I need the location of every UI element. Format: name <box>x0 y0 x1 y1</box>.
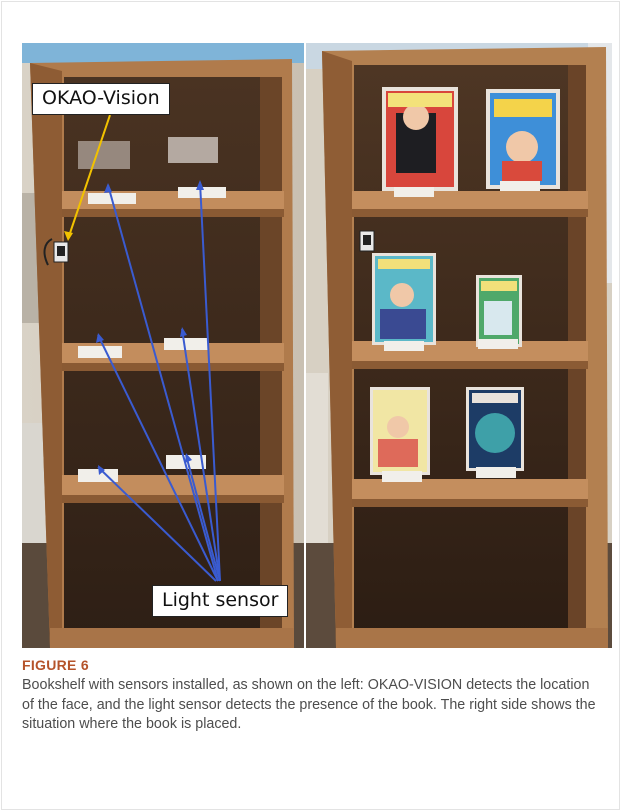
okao-vision-callout: OKAO-Vision <box>32 83 170 115</box>
figure-caption: Bookshelf with sensors installed, as sho… <box>22 677 596 733</box>
light-sensor-callout: Light sensor <box>152 585 289 617</box>
photo-bookshelf-books <box>306 43 612 648</box>
bookshelf-books-illustration <box>306 43 612 648</box>
figure-label: FIGURE 6 <box>22 657 89 673</box>
photo-bookshelf-sensors: OKAO-Vision Light sensor <box>22 43 304 648</box>
figure-photos: OKAO-Vision Light sensor <box>22 43 612 648</box>
bookshelf-sensors-illustration <box>22 43 304 648</box>
